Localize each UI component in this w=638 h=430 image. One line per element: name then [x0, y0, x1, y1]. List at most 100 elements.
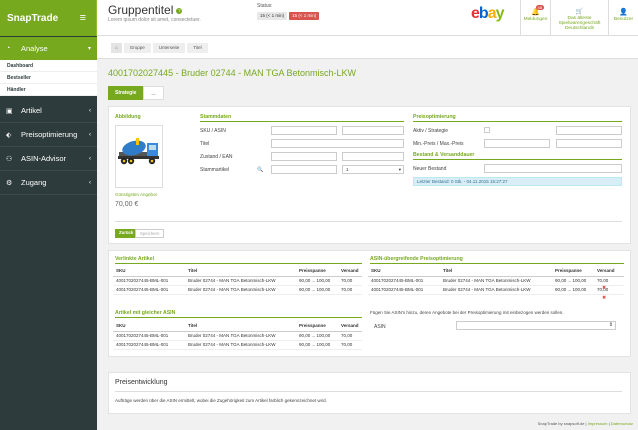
sku-label: SKU / ASIN: [200, 128, 226, 134]
zustand-input[interactable]: [271, 152, 337, 161]
ean-input[interactable]: [342, 152, 404, 161]
breadcrumb-item[interactable]: Gruppe: [123, 43, 151, 53]
brand-logo[interactable]: SnapTrade: [7, 13, 58, 24]
remove-icon[interactable]: ✖: [602, 295, 606, 301]
preisentwicklung-panel: [108, 372, 631, 414]
nav-sub-bestseller[interactable]: Bestseller: [0, 72, 97, 84]
truck-image: [118, 138, 159, 165]
status-badge: 15 (< 1 min): [257, 12, 288, 20]
table-row[interactable]: 4001702027445-BML-001 Bruder 02744 - MAN …: [113, 276, 362, 286]
cart-icon: 🛒: [575, 9, 584, 15]
nav-label: Analyse: [21, 44, 48, 53]
chevron-down-icon: ▾: [87, 46, 91, 52]
cell-preis: 90,00 ... 100,00: [552, 285, 594, 295]
footer: SnapTrade by snapsoft.de | Impressum | D…: [538, 421, 633, 426]
gleiche-heading: Artikel mit gleicher ASIN: [115, 310, 176, 316]
table-header-row: SKU Titel Preisspanne Versand: [113, 265, 362, 277]
asin-input[interactable]: [342, 126, 404, 135]
col-versand: Versand: [338, 320, 362, 332]
asin-select[interactable]: ⇕: [456, 321, 616, 330]
product-image: [115, 125, 163, 188]
notifications-button[interactable]: 🔔 48 Meldungen: [520, 0, 550, 36]
footer-sep: |: [608, 421, 610, 426]
back-button[interactable]: Zurück: [115, 229, 138, 238]
strategie-input[interactable]: [556, 126, 622, 135]
letzter-bestand-info: Letzter Bestand: 0 Stk. - 04.11.2015 15:…: [413, 177, 622, 186]
stammartikel-input[interactable]: [271, 165, 337, 174]
asinopt-table: SKU Titel Preisspanne Versand 4001702027…: [368, 265, 624, 295]
menu-toggle-icon[interactable]: ≡: [80, 12, 86, 24]
min-price-input[interactable]: [484, 139, 550, 148]
titel-input[interactable]: [271, 139, 404, 148]
box-icon: ▣: [6, 107, 13, 115]
verlinkt-table: SKU Titel Preisspanne Versand 4001702027…: [113, 265, 362, 295]
top-bar: Gruppentitel? Lorem ipsum dolor sit amet…: [97, 0, 638, 36]
table-header-row: SKU Titel Preisspanne Versand: [113, 320, 362, 332]
save-button[interactable]: Speichern: [135, 229, 165, 238]
cell-titel: Bruder 02744 - MAN TGA Betonmisch-LKW: [440, 285, 552, 295]
asinopt-heading: ASIN-übergreifende Preisoptimierung: [370, 256, 463, 262]
chevron-left-icon: ‹: [89, 155, 91, 162]
status-badge-alert: 15 (< 1 min): [289, 12, 320, 20]
datenschutz-link[interactable]: Datenschutz: [611, 421, 633, 426]
col-sku: SKU: [113, 265, 185, 277]
table-header-row: SKU Titel Preisspanne Versand: [368, 265, 624, 277]
nav-item-zugang[interactable]: ⚙ Zugang ‹: [0, 171, 97, 194]
table-row[interactable]: 4001702027445-BML-001 Bruder 02744 - MAN …: [368, 285, 624, 295]
remove-icon[interactable]: ✖: [602, 285, 606, 291]
nav-submenu: Dashboard Bestseller Händler: [0, 60, 97, 96]
breadcrumb-item[interactable]: Titel: [187, 43, 208, 53]
stammdaten-heading: Stammdaten: [200, 114, 232, 120]
abbildung-heading: Abbildung: [115, 114, 141, 120]
shop-label-3: Deutschlands: [564, 26, 595, 31]
nav-item-preisoptimierung[interactable]: ⬖ Preisoptimierung ‹: [0, 123, 97, 146]
stammartikel-select[interactable]: 1 ▾: [342, 165, 404, 174]
breadcrumb-item[interactable]: Unterseite: [152, 43, 186, 53]
user-button[interactable]: 👤 Benutzer: [608, 0, 638, 36]
col-sku: SKU: [113, 320, 185, 332]
table-row[interactable]: 4001702027445-BML-001 Bruder 02744 - MAN …: [113, 331, 362, 341]
divider: [413, 159, 622, 160]
cell-preis: 90,00 ... 100,00: [296, 331, 338, 341]
col-preisspanne: Preisspanne: [296, 320, 338, 332]
ebay-logo[interactable]: ebay: [471, 5, 504, 23]
nav-sub-haendler[interactable]: Händler: [0, 84, 97, 96]
shop-button[interactable]: 🛒 Das älteste Spielwarengeschäft Deutsch…: [550, 0, 608, 36]
stammartikel-label: Stammartikel: [200, 167, 230, 173]
home-icon[interactable]: ⌂: [111, 43, 122, 53]
cell-sku: 4001702027445-BML-001: [368, 285, 440, 295]
tab-strategie[interactable]: Strategie: [108, 86, 144, 100]
neuer-bestand-input[interactable]: [484, 164, 622, 173]
table-row[interactable]: 4001702027445-BML-001 Bruder 02744 - MAN …: [113, 340, 362, 350]
cell-titel: Bruder 02744 - MAN TGA Betonmisch-LKW: [440, 276, 552, 286]
nav-item-artikel[interactable]: ▣ Artikel ‹: [0, 99, 97, 122]
nav-label: Artikel: [21, 106, 42, 115]
nav-item-asin-advisor[interactable]: ⚇ ASIN-Advisor ‹: [0, 147, 97, 170]
impressum-link[interactable]: Impressum: [588, 421, 608, 426]
bell-icon: 🔔 48: [531, 5, 544, 16]
notifications-label: Meldungen: [523, 17, 548, 22]
table-row[interactable]: 4001702027445-BML-001 Bruder 02744 - MAN …: [113, 285, 362, 295]
divider: [115, 317, 362, 318]
gleiche-table: SKU Titel Preisspanne Versand 4001702027…: [113, 320, 362, 350]
help-icon[interactable]: ?: [176, 7, 183, 14]
nav-sub-dashboard[interactable]: Dashboard: [0, 60, 97, 72]
sku-input[interactable]: [271, 126, 337, 135]
neuer-bestand-label: Neuer Bestand: [413, 166, 447, 172]
nav-item-analyse[interactable]: ◔ Analyse ▾: [0, 37, 97, 60]
cell-preis: 90,00 ... 100,00: [296, 276, 338, 286]
cell-sku: 4001702027445-BML-001: [113, 276, 185, 286]
col-titel: Titel: [440, 265, 552, 277]
aktiv-checkbox[interactable]: [484, 127, 490, 133]
max-price-input[interactable]: [556, 139, 622, 148]
tab-more[interactable]: ...: [143, 86, 164, 100]
page-title: Gruppentitel?: [108, 3, 183, 17]
cell-versand: 70,00: [594, 276, 624, 286]
price-value: 70,00 €: [115, 201, 139, 208]
preisentwicklung-text: Aufträge werden über die ASIN ermittelt,…: [115, 398, 327, 403]
user-label: Benutzer: [613, 17, 634, 22]
table-row[interactable]: 4001702027445-BML-001 Bruder 02744 - MAN …: [368, 276, 624, 286]
search-icon[interactable]: 🔍: [257, 167, 263, 173]
divider: [115, 391, 622, 392]
cell-sku: 4001702027445-BML-001: [368, 276, 440, 286]
